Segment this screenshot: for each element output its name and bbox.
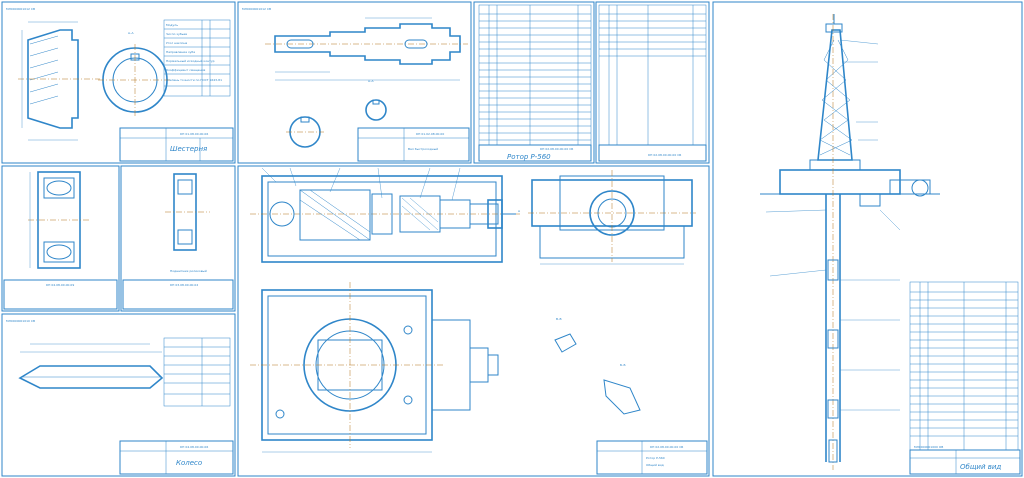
- general-view-spec-table: [909, 281, 1019, 451]
- rotor-title: Ротор Р-560: [646, 456, 665, 460]
- pinion-title: Шестерня: [170, 145, 207, 153]
- svg-text:КП 04.08.00.00.09: КП 04.08.00.00.09: [46, 283, 74, 287]
- svg-text:КП 02.08.00.00.00 СБ: КП 02.08.00.00.00 СБ: [650, 445, 683, 449]
- general-view-title: Общий вид: [960, 463, 1001, 471]
- svg-text:А–А: А–А: [128, 31, 135, 35]
- svg-text:Нормальный исходный контур: Нормальный исходный контур: [166, 59, 215, 63]
- svg-text:Общий вид: Общий вид: [646, 463, 664, 467]
- rotor-assembly-drawing: А В–В Б–Б КП 02.08.00.00.00 СБ Ротор Р-5…: [250, 167, 708, 475]
- shaft-title: Вал быстроходный: [408, 147, 438, 151]
- spec-sheet-2: КП 02.08.00.00.00 СБ: [598, 4, 707, 162]
- wheel-title: Колесо: [176, 459, 202, 467]
- svg-text:Угол наклона: Угол наклона: [166, 41, 187, 45]
- svg-text:КП 01.08.00.00.06: КП 01.08.00.00.06: [180, 132, 208, 136]
- svg-text:А: А: [518, 209, 521, 213]
- pinion-title-block: КП 01.08.00.00.06 Шестерня: [119, 127, 234, 162]
- bearing-1-drawing: КП 04.08.00.00.09: [3, 171, 118, 310]
- pinion-parameter-table: Модуль Число зубьев Угол наклона Направл…: [163, 19, 231, 97]
- wheel-parameter-table: [163, 337, 231, 407]
- svg-text:Степень точности по ГОСТ 1643-: Степень точности по ГОСТ 1643-81: [166, 78, 222, 82]
- svg-text:Модуль: Модуль: [166, 23, 178, 27]
- svg-text:КП 04.08.00.00.06: КП 04.08.00.00.06: [180, 445, 208, 449]
- spec-sheet-1: КП 02.08.00.00.00 СБ Ротор Р-560: [478, 4, 592, 162]
- svg-text:А–А: А–А: [368, 79, 375, 83]
- svg-text:В–В: В–В: [556, 317, 562, 321]
- svg-text:КП 02.08.00.00.00 СБ: КП 02.08.00.00.00 СБ: [648, 153, 681, 157]
- svg-text:КП 02.08.00.00.00 СБ: КП 02.08.00.00.00 СБ: [540, 147, 573, 151]
- shaft-drawing: МЛ0000001012 СВ А–А КП 01.02.08.00.00 Ва…: [242, 7, 470, 162]
- svg-text:МЛ0000001012 СВ: МЛ0000001012 СВ: [242, 7, 271, 11]
- svg-text:КП 01.02.08.00.00: КП 01.02.08.00.00: [416, 132, 444, 136]
- pinion-code: МЛ0000001012 СВ: [6, 7, 35, 11]
- svg-text:Подшипник роликовый: Подшипник роликовый: [170, 269, 207, 273]
- general-view-title-block: МЛ0000001000 ОВ Общий вид: [909, 445, 1021, 475]
- wheel-drawing: МЛ0000001010 СВ КП 04.08.00.00.06 Колесо: [6, 319, 234, 475]
- svg-text:Направление зуба: Направление зуба: [166, 50, 195, 54]
- svg-text:КП 03.08.00.00.02: КП 03.08.00.00.02: [170, 283, 198, 287]
- svg-text:МЛ0000001000 ОВ: МЛ0000001000 ОВ: [914, 445, 943, 449]
- pinion-drawing: МЛ0000001012 СВ А–А Модуль Число зубьев: [6, 7, 234, 162]
- svg-text:Число зубьев: Число зубьев: [166, 32, 187, 36]
- svg-text:МЛ0000001010 СВ: МЛ0000001010 СВ: [6, 319, 35, 323]
- sheet-frames: [1, 1, 1023, 477]
- rotor-title-block: КП 02.08.00.00.00 СБ Ротор Р-560 Общий в…: [596, 440, 708, 475]
- spec-title: Ротор Р-560: [507, 153, 551, 161]
- engineering-drawing-sheets: МЛ0000001012 СВ А–А Модуль Число зубьев: [1, 1, 1023, 477]
- general-view-drawing: МЛ0000001000 ОВ Общий вид: [760, 14, 1021, 475]
- svg-text:Коэффициент смещения: Коэффициент смещения: [166, 68, 206, 72]
- bearing-2-drawing: Подшипник роликовый КП 03.08.00.00.02: [122, 173, 234, 310]
- wheel-title-block: КП 04.08.00.00.06 Колесо: [119, 440, 234, 475]
- shaft-title-block: КП 01.02.08.00.00 Вал быстроходный: [357, 127, 470, 162]
- svg-text:Б–Б: Б–Б: [620, 363, 626, 367]
